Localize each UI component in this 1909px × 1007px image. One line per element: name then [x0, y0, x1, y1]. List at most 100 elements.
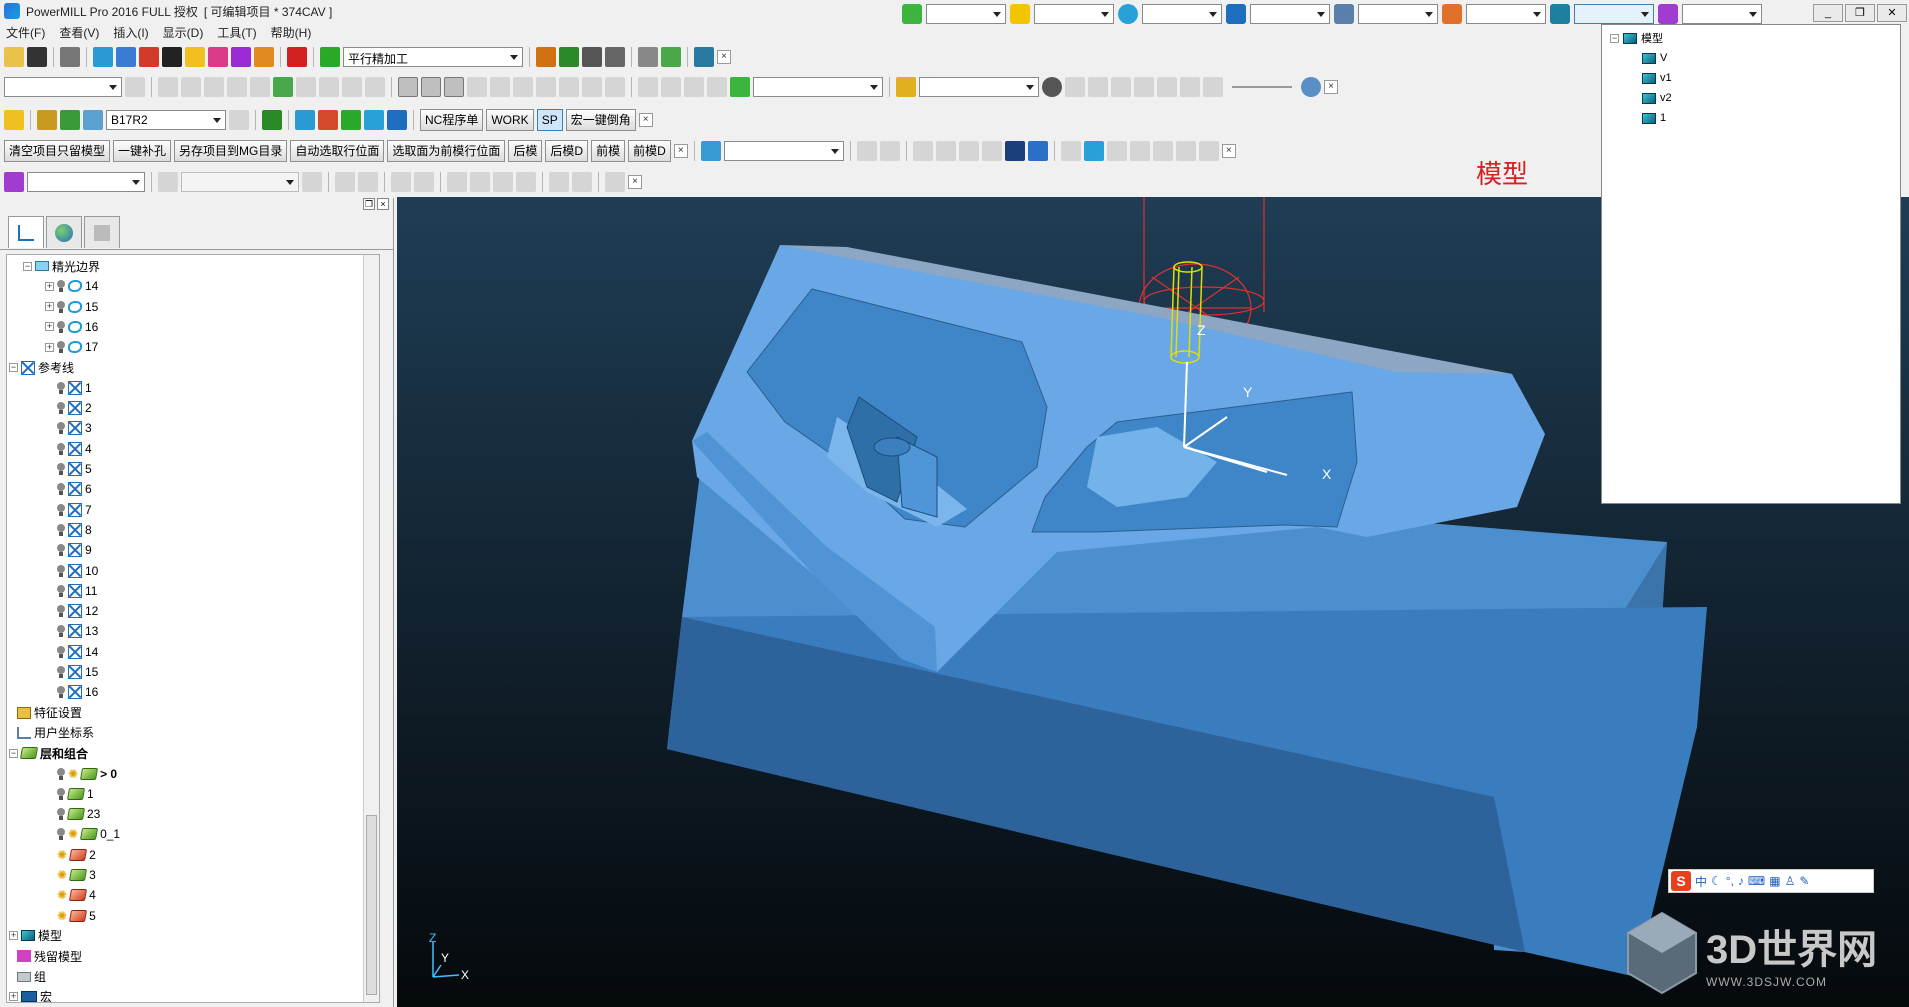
collapse-icon[interactable]: −	[9, 748, 18, 758]
tab-web[interactable]	[46, 216, 82, 248]
workplane-combo[interactable]	[1358, 4, 1438, 24]
verification-icon[interactable]	[254, 47, 274, 67]
tree-boundaries[interactable]: − 精光边界	[23, 257, 100, 275]
tree-level-item[interactable]: ✺ > 0	[57, 765, 117, 783]
visibility-bulb-icon[interactable]	[57, 666, 65, 678]
stock-shade-icon[interactable]	[302, 172, 322, 192]
stock-a-icon[interactable]	[447, 172, 467, 192]
visibility-bulb-icon[interactable]	[57, 686, 65, 699]
leads-links-icon[interactable]	[208, 47, 228, 67]
stock-d-icon[interactable]	[516, 172, 536, 192]
level-active-icon[interactable]: ✺	[57, 888, 67, 902]
tree-level-item[interactable]: ✺ 2	[57, 846, 96, 864]
model-item[interactable]: v2	[1642, 89, 1672, 107]
stock-apply-icon[interactable]	[335, 172, 355, 192]
tool-library-icon[interactable]	[60, 110, 80, 130]
block-icon[interactable]	[93, 47, 113, 67]
surface-icon[interactable]	[513, 77, 533, 97]
tree-levels[interactable]: − 层和组合	[9, 744, 88, 762]
calculate-icon[interactable]	[536, 47, 556, 67]
sp-button[interactable]: SP	[536, 109, 563, 131]
punct-icon[interactable]: °,	[1726, 874, 1734, 888]
machine-icon[interactable]	[1004, 141, 1025, 161]
visibility-bulb-icon[interactable]	[57, 320, 65, 333]
tree-features[interactable]: 特征设置	[17, 704, 82, 722]
step-forward-icon[interactable]	[1134, 77, 1154, 97]
menu-insert[interactable]: 插入(I)	[113, 24, 148, 41]
boundary-create-icon[interactable]	[912, 141, 933, 161]
sim-tool-icon[interactable]	[661, 77, 681, 97]
open-icon[interactable]	[4, 47, 24, 67]
draft-icon[interactable]	[582, 77, 602, 97]
nc-program-button[interactable]: NC程序单	[420, 109, 484, 131]
plain-shade-icon[interactable]	[444, 77, 464, 97]
shirt-icon[interactable]: ♙	[1785, 874, 1796, 888]
tool-combo[interactable]	[1034, 4, 1114, 24]
eraser-icon[interactable]	[1129, 141, 1150, 161]
simulate-icon[interactable]	[559, 47, 579, 67]
print-icon[interactable]	[60, 47, 80, 67]
level-set-icon[interactable]	[700, 141, 721, 161]
tree-pattern-item[interactable]: 15	[57, 663, 98, 681]
macro-cavity-button[interactable]: 前模	[591, 140, 626, 162]
sim-holder-icon[interactable]	[684, 77, 704, 97]
toolpath-combo[interactable]	[926, 4, 1006, 24]
binocular-icon[interactable]	[694, 47, 714, 67]
trim-icon[interactable]	[536, 77, 556, 97]
sim-toolpath-combo[interactable]	[753, 77, 883, 97]
tab-explorer[interactable]	[8, 216, 44, 248]
menu-help[interactable]: 帮助(H)	[271, 24, 312, 41]
tree-pattern-item[interactable]: 7	[57, 501, 92, 519]
tree-pattern-item[interactable]: 3	[57, 419, 92, 437]
toolbar4-close-icon[interactable]: ×	[673, 144, 688, 158]
visibility-bulb-icon[interactable]	[57, 341, 65, 354]
stock-list-icon[interactable]	[158, 172, 178, 192]
visibility-bulb-icon[interactable]	[57, 605, 65, 618]
tree-workplanes[interactable]: 用户坐标系	[17, 724, 94, 742]
visibility-bulb-icon[interactable]	[57, 300, 65, 313]
keyboard-icon[interactable]: ⌨	[1748, 874, 1765, 888]
pen-icon[interactable]	[262, 110, 282, 130]
shaded-mode-icon[interactable]	[398, 77, 418, 97]
pause-icon[interactable]	[1088, 77, 1108, 97]
transform-icon[interactable]	[1060, 141, 1081, 161]
tool-select-combo[interactable]: B17R2	[106, 110, 226, 130]
visibility-bulb-icon[interactable]	[57, 463, 65, 475]
menu-display[interactable]: 显示(D)	[163, 24, 204, 41]
tree-level-item[interactable]: ✺ 4	[57, 886, 96, 904]
sim-speed-slider[interactable]	[1232, 86, 1292, 88]
macro-auto-select-button[interactable]: 自动选取行位面	[290, 140, 385, 162]
stock-model-create-icon[interactable]	[4, 172, 24, 192]
tree-groups[interactable]: 组	[17, 968, 46, 986]
apps-icon[interactable]: ▦	[1769, 874, 1780, 888]
shade-icon[interactable]	[125, 77, 145, 97]
tree-level-item[interactable]: ✺ 5	[57, 907, 96, 925]
tool-database-icon[interactable]	[37, 110, 57, 130]
step-back-icon[interactable]	[1111, 77, 1131, 97]
collapse-icon[interactable]: −	[9, 363, 18, 372]
visibility-bulb-icon[interactable]	[57, 483, 65, 496]
minimize-button[interactable]: _	[1813, 4, 1843, 22]
macro-core-button[interactable]: 后模	[508, 140, 543, 162]
tree-pattern-item[interactable]: 16	[57, 683, 98, 701]
redo-icon[interactable]	[1175, 141, 1196, 161]
boundary-combo[interactable]	[1142, 4, 1222, 24]
level-active-icon[interactable]: ✺	[68, 827, 78, 841]
nc-output-icon[interactable]	[287, 47, 307, 67]
ime-mode-label[interactable]: 中	[1695, 873, 1707, 890]
visibility-bulb-icon[interactable]	[57, 442, 65, 455]
tree-pattern-item[interactable]: 14	[57, 643, 98, 661]
analysis-icon[interactable]	[638, 47, 658, 67]
collapse-icon[interactable]: −	[1610, 33, 1619, 43]
tree-pattern-item[interactable]: 2	[57, 399, 92, 417]
tree-pattern-item[interactable]: 8	[57, 521, 92, 539]
tree-pattern-item[interactable]: 13	[57, 622, 98, 640]
work-button[interactable]: WORK	[486, 109, 534, 131]
tree-level-item[interactable]: 23	[57, 805, 100, 823]
save-icon[interactable]	[27, 47, 47, 67]
restore-button[interactable]: ❐	[1845, 4, 1875, 22]
pattern-combo[interactable]	[1250, 4, 1330, 24]
pattern-create-icon[interactable]	[935, 141, 956, 161]
expand-icon[interactable]: +	[45, 342, 54, 352]
undercut-icon[interactable]	[605, 77, 625, 97]
